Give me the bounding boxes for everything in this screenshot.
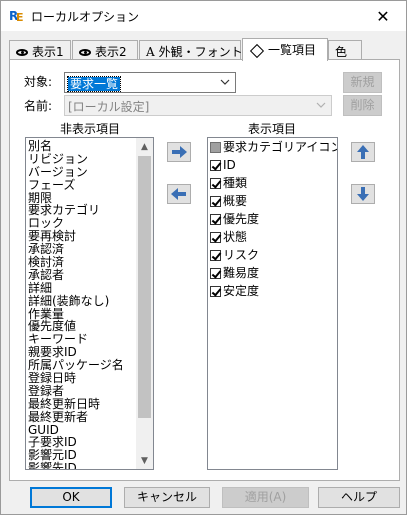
hidden-list-item[interactable]: 登録者 [28,384,124,398]
shown-item-label: 概要 [223,194,248,208]
hidden-items-list[interactable]: 別名 リビジョン バージョン フェーズ 期限 要求カテゴリ ロック 要再検討 承認済 検討済 承認者… [25,137,154,470]
eye-icon [16,49,28,56]
shown-list-item[interactable]: 優先度 [210,210,337,228]
shown-item-label: ID [223,158,236,172]
tab-label: 一覧項目 [268,43,317,57]
cancel-button[interactable]: キャンセル [124,487,210,508]
shown-item-label: 要求カテゴリアイコン [223,140,338,154]
item-checkbox[interactable] [210,267,221,279]
help-button[interactable]: ヘルプ [318,487,400,508]
scroll-thumb[interactable] [138,156,151,418]
window-title: ローカルオプション [31,10,140,24]
tab-display1[interactable]: 表示1 [9,40,71,60]
name-select[interactable]: [ローカル設定] [64,95,332,116]
delete-button[interactable]: 削除 [343,95,382,116]
hidden-list-item[interactable]: 詳細(装飾なし) [28,294,124,308]
title-bar: RE ローカルオプション ✕ [1,1,406,31]
shown-item-label: 種類 [223,176,248,190]
scroll-up-arrow-icon[interactable]: ▲ [136,138,153,155]
shown-items-list[interactable]: 要求カテゴリアイコン ID 種類概要優先度状態リスク難易度安定度 [207,137,338,470]
scroll-down-arrow-icon[interactable]: ▼ [136,452,153,469]
hidden-list-item[interactable]: フェーズ [28,178,124,192]
hidden-list-item[interactable]: 最終更新者 [28,410,124,424]
shown-list-item[interactable]: ID [210,156,337,174]
hidden-list-item[interactable]: 承認者 [28,268,124,282]
shown-list-title: 表示項目 [248,122,297,136]
shown-item-label: 状態 [223,230,248,244]
hidden-list-item[interactable]: リビジョン [28,152,124,166]
list-items-panel: 対象: 要求一覧 新規 名前: [ローカル設定] 削除 非表示項目 表示項目 別… [9,59,400,481]
hidden-list-item[interactable]: 詳細 [28,281,124,295]
arrow-down-icon [357,187,369,201]
hidden-list-item[interactable]: 影響先ID [28,462,124,469]
app-logo-icon: RE [9,9,24,24]
hidden-list-item[interactable]: 最終更新日時 [28,397,124,411]
shown-item-label: リスク [223,248,260,262]
shown-list-item[interactable]: 安定度 [210,282,337,300]
hidden-list-title: 非表示項目 [60,122,121,136]
name-value: [ローカル設定] [68,100,150,114]
hidden-list-item[interactable]: バージョン [28,165,124,179]
tab-list-items[interactable]: 一覧項目 [242,38,328,61]
move-down-button[interactable] [351,184,375,204]
shown-list-item[interactable]: 概要 [210,192,337,210]
item-checkbox[interactable] [210,231,221,243]
tab-color[interactable]: 色 [328,40,362,60]
arrow-right-icon [172,146,187,158]
shown-items-container: 要求カテゴリアイコン ID 種類概要優先度状態リスク難易度安定度 [210,138,338,300]
local-options-dialog: RE ローカルオプション ✕ 表示1 表示2 A 外観・フォント 一覧項目 色 対… [0,0,407,515]
tab-label: 表示1 [32,45,64,59]
chevron-down-icon [220,79,230,85]
eye-icon [79,49,91,56]
move-to-shown-button[interactable] [167,142,191,162]
shown-item-label: 難易度 [223,266,260,280]
new-button[interactable]: 新規 [343,72,382,93]
tab-label: 色 [335,45,348,59]
target-value: 要求一覧 [66,76,122,92]
tab-label: 外観・フォント [158,45,243,59]
item-checkbox[interactable] [210,177,221,189]
apply-button[interactable]: 適用(A) [222,487,309,508]
diamond-icon [249,43,265,58]
shown-list-item[interactable]: 状態 [210,228,337,246]
name-label: 名前: [24,99,53,113]
item-checkbox[interactable] [210,159,221,171]
tab-appearance-font[interactable]: A 外観・フォント [139,40,243,60]
hidden-list-item[interactable]: 検討済 [28,256,124,269]
hidden-list-item[interactable]: 登録日時 [28,372,124,385]
item-checkbox[interactable] [210,141,221,153]
hidden-list-scrollbar[interactable]: ▲ ▼ [136,138,153,469]
shown-list-item[interactable]: リスク [210,246,337,264]
ok-button[interactable]: OK [30,487,112,508]
shown-list-item[interactable]: 種類 [210,174,337,192]
item-checkbox[interactable] [210,195,221,207]
close-icon: ✕ [376,6,390,26]
tab-label: 表示2 [95,45,127,59]
shown-item-label: 安定度 [223,284,260,298]
hidden-list-item[interactable]: 別名 [28,140,124,153]
arrow-up-icon [357,145,369,159]
font-a-icon: A [146,45,155,59]
close-button[interactable]: ✕ [360,1,406,31]
item-checkbox[interactable] [210,213,221,225]
move-to-hidden-button[interactable] [167,184,191,204]
shown-list-item[interactable]: 要求カテゴリアイコン [210,138,338,156]
chevron-down-icon [316,102,326,108]
item-checkbox[interactable] [210,285,221,297]
item-checkbox[interactable] [210,249,221,261]
shown-item-label: 優先度 [223,212,260,226]
target-label: 対象: [24,75,53,89]
hidden-items-container: 別名 リビジョン バージョン フェーズ 期限 要求カテゴリ ロック 要再検討 承認済 検討済 承認者… [28,140,124,469]
move-up-button[interactable] [351,142,375,162]
shown-list-item[interactable]: 難易度 [210,264,337,282]
target-select[interactable]: 要求一覧 [64,72,236,93]
tab-display2[interactable]: 表示2 [72,40,138,60]
arrow-left-icon [171,188,186,200]
